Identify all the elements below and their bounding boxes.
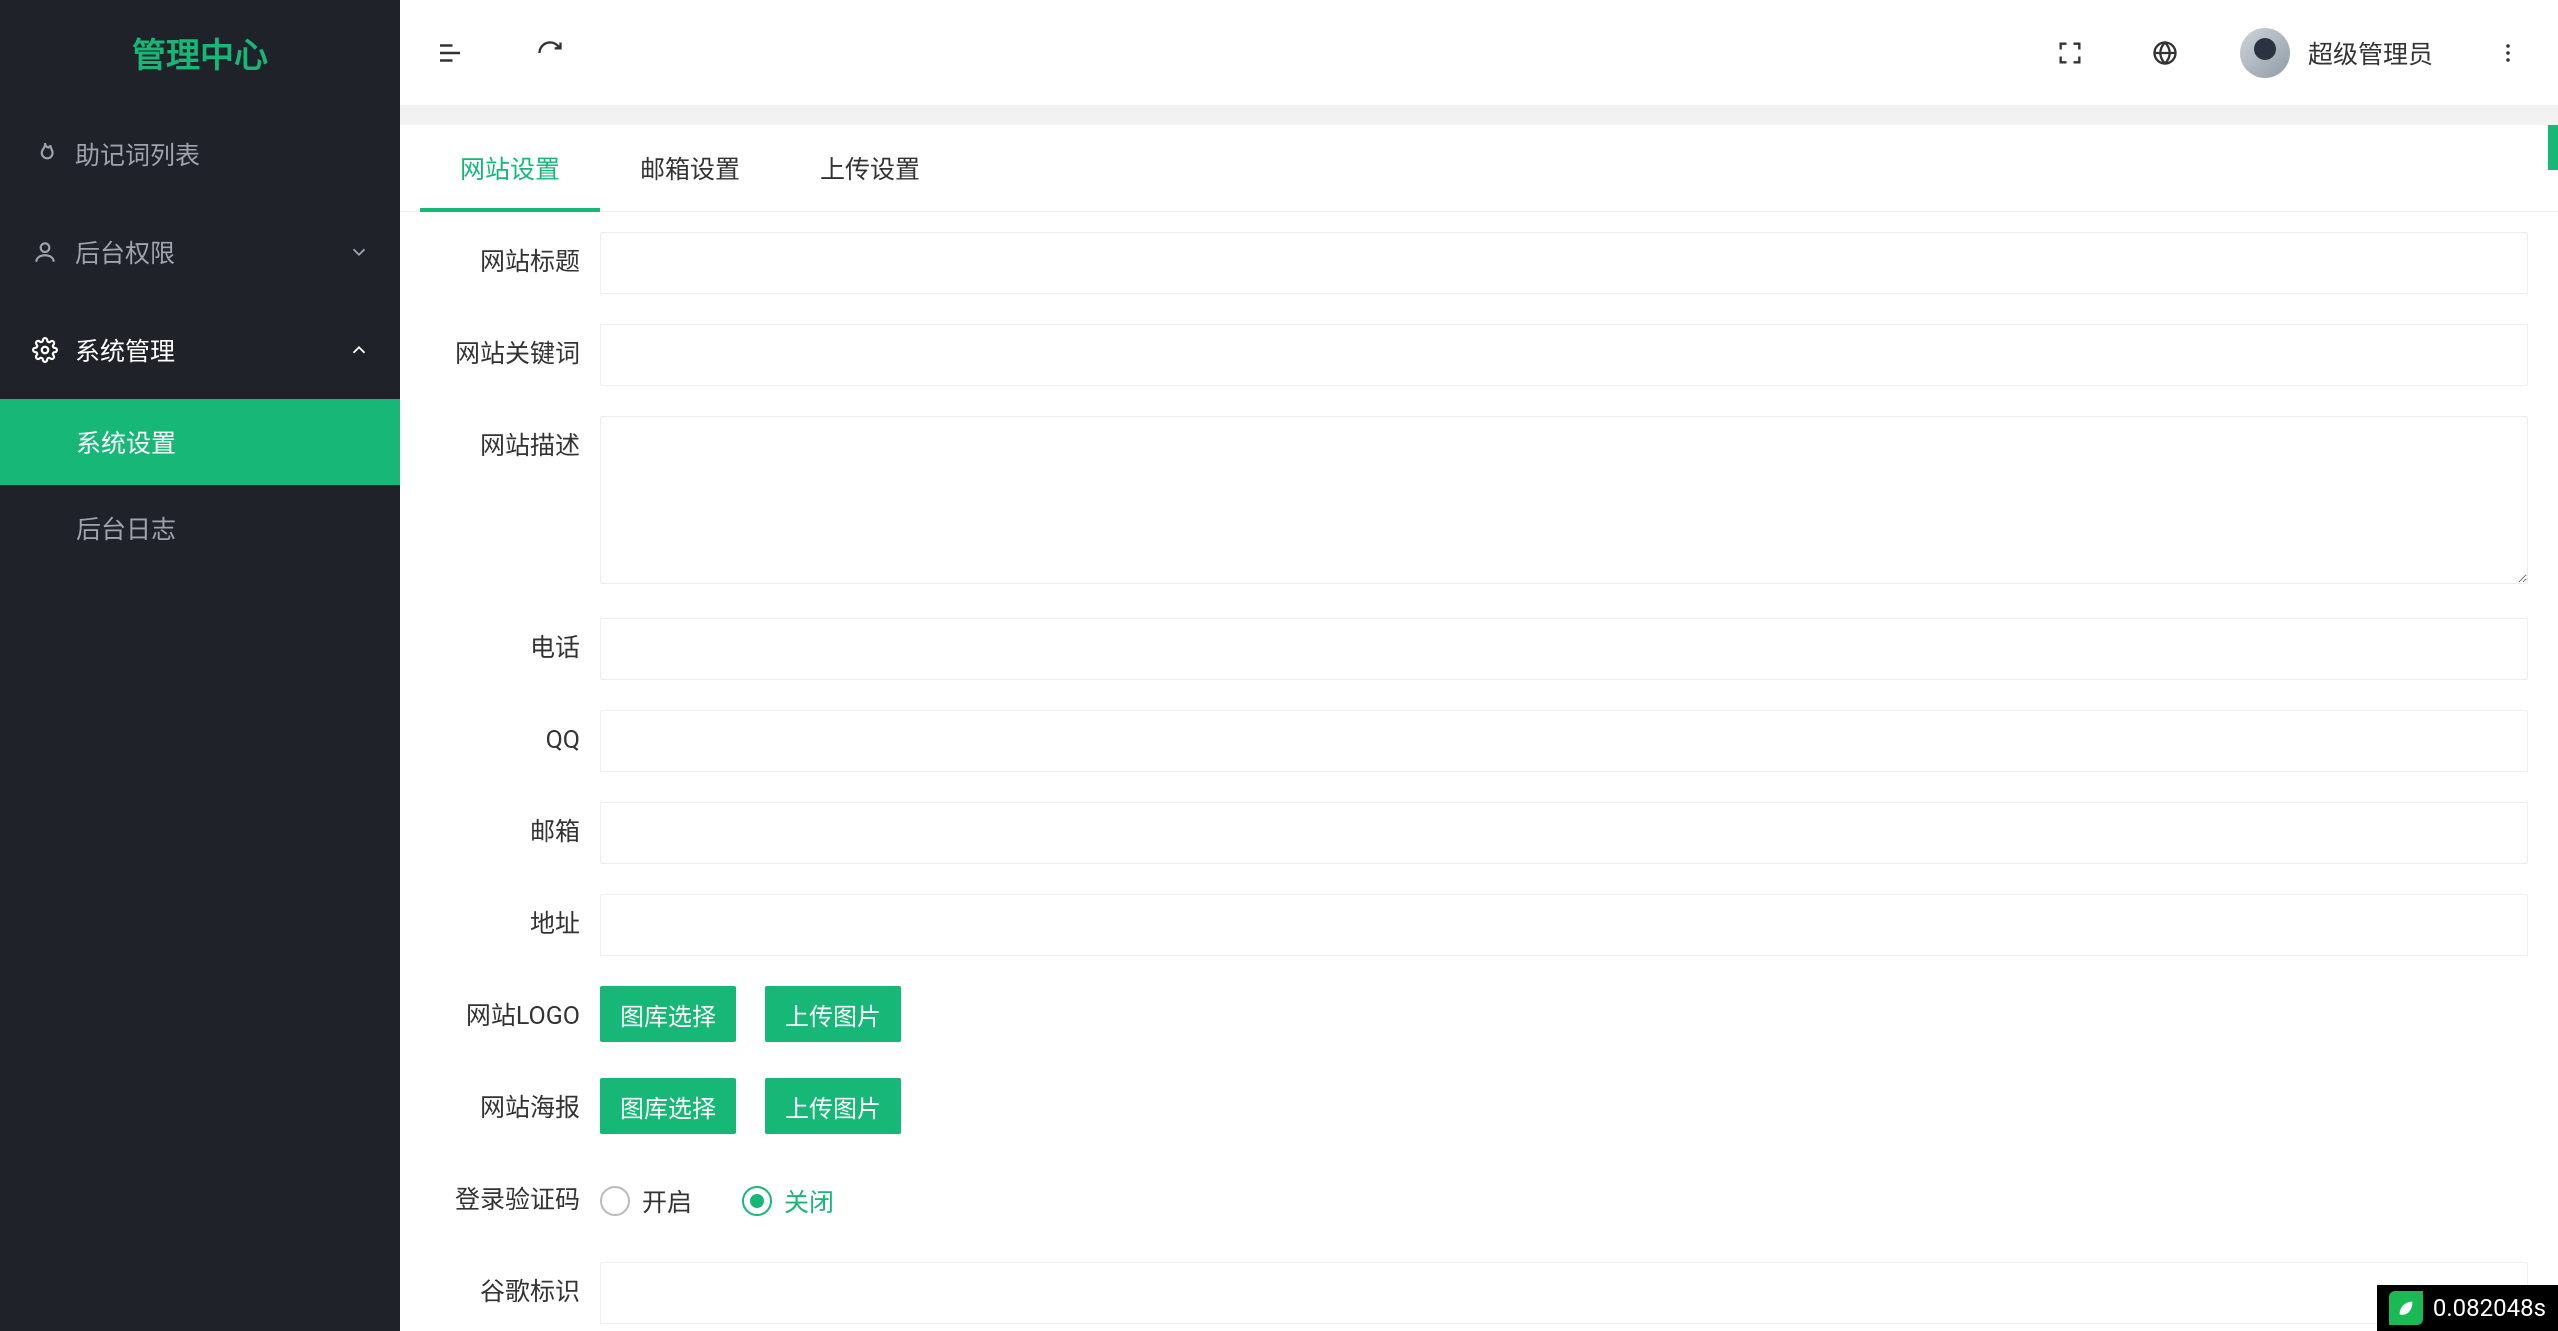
tabs: 网站设置 邮箱设置 上传设置 (400, 125, 2558, 212)
label-address: 地址 (430, 894, 600, 956)
tab-upload-settings[interactable]: 上传设置 (780, 125, 960, 211)
radio-circle-icon (742, 1186, 772, 1216)
sidebar-subitem-admin-log[interactable]: 后台日志 (0, 485, 400, 571)
gear-icon (30, 337, 60, 363)
chevron-down-icon (348, 241, 370, 263)
btn-poster-gallery[interactable]: 图库选择 (600, 1078, 736, 1134)
app-logo-title: 管理中心 (0, 0, 400, 105)
input-address[interactable] (600, 894, 2528, 956)
input-email[interactable] (600, 802, 2528, 864)
settings-panel: 网站设置 邮箱设置 上传设置 网站标题 网站关键词 网站描述 电话 (400, 125, 2558, 1331)
more-menu-button[interactable] (2488, 33, 2528, 73)
label-site-poster: 网站海报 (430, 1078, 600, 1140)
label-phone: 电话 (430, 618, 600, 680)
label-site-desc: 网站描述 (430, 416, 600, 478)
label-site-logo: 网站LOGO (430, 986, 600, 1048)
toggle-sidebar-button[interactable] (430, 33, 470, 73)
sidebar-item-permission[interactable]: 后台权限 (0, 203, 400, 301)
input-site-title[interactable] (600, 232, 2528, 294)
header: 超级管理员 (400, 0, 2558, 105)
sidebar-item-label: 助记词列表 (75, 136, 200, 172)
content-area: 网站设置 邮箱设置 上传设置 网站标题 网站关键词 网站描述 电话 (400, 105, 2558, 1331)
sidebar: 管理中心 助记词列表 后台权限 系统管理 系统设置 后台日志 (0, 0, 400, 1331)
btn-poster-upload[interactable]: 上传图片 (765, 1078, 901, 1134)
perf-time: 0.082048s (2433, 1294, 2546, 1322)
radio-label-off: 关闭 (784, 1183, 834, 1219)
fullscreen-button[interactable] (2050, 33, 2090, 73)
sidebar-subitem-system-settings[interactable]: 系统设置 (0, 399, 400, 485)
tab-site-settings[interactable]: 网站设置 (420, 125, 600, 211)
refresh-button[interactable] (530, 33, 570, 73)
user-icon (30, 239, 60, 265)
sidebar-item-mnemonic[interactable]: 助记词列表 (0, 105, 400, 203)
user-menu[interactable]: 超级管理员 (2240, 28, 2433, 78)
flame-icon (30, 141, 60, 167)
leaf-icon (2389, 1291, 2423, 1325)
radio-label-on: 开启 (642, 1183, 692, 1219)
input-phone[interactable] (600, 618, 2528, 680)
sidebar-item-label: 系统管理 (75, 332, 175, 368)
language-button[interactable] (2145, 33, 2185, 73)
sidebar-subitem-label: 系统设置 (76, 424, 176, 460)
tab-mail-settings[interactable]: 邮箱设置 (600, 125, 780, 211)
perf-badge[interactable]: 0.082048s (2377, 1285, 2558, 1331)
input-site-keywords[interactable] (600, 324, 2528, 386)
label-email: 邮箱 (430, 802, 600, 864)
label-site-keywords: 网站关键词 (430, 324, 600, 386)
btn-logo-gallery[interactable]: 图库选择 (600, 986, 736, 1042)
radio-captcha-on[interactable]: 开启 (600, 1183, 692, 1219)
input-google-id[interactable] (600, 1262, 2528, 1324)
radio-captcha-off[interactable]: 关闭 (742, 1183, 834, 1219)
btn-logo-upload[interactable]: 上传图片 (765, 986, 901, 1042)
chevron-up-icon (348, 339, 370, 361)
radio-circle-icon (600, 1186, 630, 1216)
avatar (2240, 28, 2290, 78)
settings-form: 网站标题 网站关键词 网站描述 电话 QQ 邮箱 (400, 212, 2558, 1331)
label-google-id: 谷歌标识 (430, 1262, 600, 1324)
scroll-indicator[interactable] (2548, 125, 2558, 170)
sidebar-item-label: 后台权限 (75, 234, 175, 270)
label-login-captcha: 登录验证码 (430, 1170, 600, 1232)
username-label: 超级管理员 (2308, 35, 2433, 71)
input-qq[interactable] (600, 710, 2528, 772)
sidebar-subitem-label: 后台日志 (76, 510, 176, 546)
label-qq: QQ (430, 710, 600, 772)
label-site-title: 网站标题 (430, 232, 600, 294)
textarea-site-desc[interactable] (600, 416, 2528, 584)
sidebar-item-system[interactable]: 系统管理 (0, 301, 400, 399)
